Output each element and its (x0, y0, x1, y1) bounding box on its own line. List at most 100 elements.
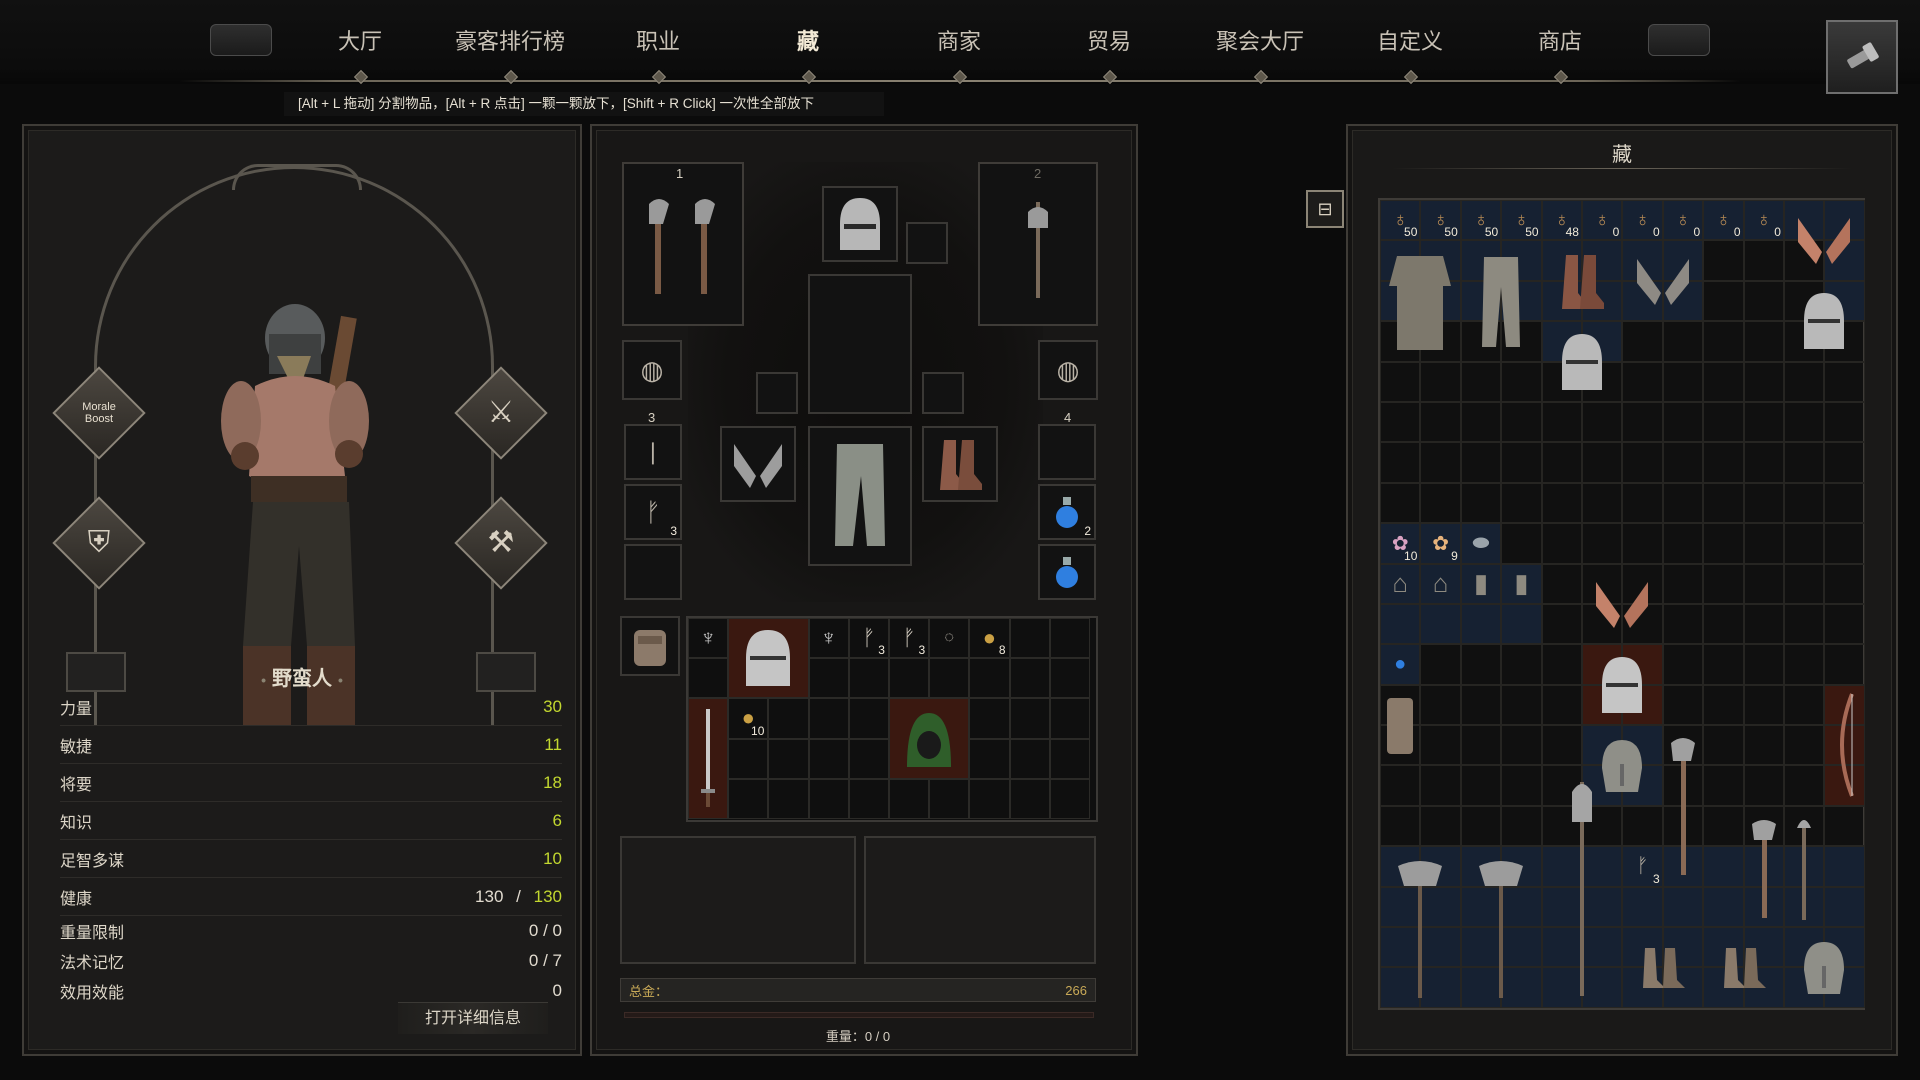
stash-cell[interactable]: ⌂ (1380, 563, 1421, 604)
stash-cell[interactable] (1662, 482, 1704, 524)
stash-cell[interactable] (1743, 523, 1784, 564)
armet-helmet-icon[interactable] (1582, 644, 1663, 725)
inventory-cell[interactable]: ● 8 (969, 618, 1010, 659)
stash-cell[interactable] (1824, 644, 1865, 685)
stash-cell[interactable] (1380, 482, 1421, 524)
inventory-cell[interactable] (969, 738, 1010, 779)
stash-cell[interactable] (1783, 684, 1825, 726)
stash-cell[interactable] (1380, 361, 1421, 402)
halberd-icon[interactable] (1542, 766, 1623, 1008)
gambeson-armor-icon[interactable] (1380, 240, 1461, 361)
inventory-cell[interactable] (969, 698, 1010, 739)
ring-slot-left[interactable] (756, 372, 798, 414)
stash-cell[interactable] (1380, 765, 1421, 806)
stash-cell[interactable] (1703, 321, 1744, 362)
stash-cell[interactable]: ♁ 0 (1581, 200, 1623, 241)
stash-cell[interactable] (1743, 321, 1784, 362)
stash-cell[interactable] (1743, 361, 1784, 402)
leather-gloves-icon[interactable] (1582, 564, 1663, 645)
stash-cell[interactable] (1783, 765, 1825, 806)
stash-cell[interactable] (1501, 805, 1542, 847)
tab-leaderboard[interactable]: 豪客排行榜 (440, 24, 580, 64)
stash-cell[interactable] (1541, 644, 1582, 685)
stash-cell[interactable]: ▮ (1460, 563, 1502, 604)
recurve-bow-icon[interactable] (1824, 685, 1864, 806)
utility-4-slot-c[interactable] (1038, 544, 1096, 600)
stash-cell[interactable] (1541, 563, 1582, 604)
stash-cell[interactable] (1380, 603, 1421, 645)
flashlight-icon[interactable] (1826, 20, 1898, 94)
stash-cell[interactable] (1420, 482, 1461, 524)
stash-cell[interactable] (1420, 442, 1461, 483)
weapon-slot-2[interactable] (978, 162, 1098, 326)
stash-cell[interactable] (1460, 442, 1502, 483)
stash-cell[interactable] (1622, 805, 1663, 847)
helmet-icon[interactable] (1784, 281, 1865, 362)
inventory-cell[interactable] (848, 698, 889, 739)
inventory-cell[interactable] (848, 738, 889, 779)
stash-cell[interactable] (1703, 401, 1744, 443)
stash-cell[interactable] (1703, 603, 1744, 645)
stash-cell[interactable] (1501, 603, 1542, 645)
stash-cell[interactable] (1420, 401, 1461, 443)
stash-cell[interactable] (1662, 401, 1704, 443)
stash-cell[interactable]: ♁ 50 (1460, 200, 1502, 241)
stash-cell[interactable] (1581, 401, 1623, 443)
stash-cell[interactable] (1824, 563, 1865, 604)
stash-cell[interactable] (1501, 644, 1542, 685)
stash-cell[interactable] (1703, 280, 1744, 322)
stash-cell[interactable] (1783, 644, 1825, 685)
stash-cell[interactable] (1743, 280, 1784, 322)
stash-cell[interactable] (1380, 805, 1421, 847)
inventory-cell[interactable] (728, 618, 809, 699)
stash-cell[interactable] (1662, 886, 1704, 928)
stash-cell[interactable] (1501, 361, 1542, 402)
inventory-cell[interactable] (728, 778, 769, 819)
stash-cell[interactable] (1783, 523, 1825, 564)
stash-cell[interactable] (1703, 240, 1744, 281)
stash-cell[interactable] (1824, 482, 1865, 524)
boots-icon[interactable] (1622, 927, 1703, 1008)
stash-cell[interactable] (1460, 401, 1502, 443)
stash-cell[interactable] (1703, 563, 1744, 604)
stash-cell[interactable]: ♁ 50 (1380, 200, 1421, 241)
utility-4-slot-b[interactable]: 2 (1038, 484, 1096, 540)
stash-cell[interactable] (1703, 805, 1744, 847)
stash-cell[interactable] (1622, 401, 1663, 443)
stash-cell[interactable] (1662, 644, 1704, 685)
inventory-cell[interactable] (888, 778, 930, 819)
inventory-cell[interactable] (808, 778, 849, 819)
stash-cell[interactable] (1743, 684, 1784, 726)
stash-cell[interactable] (1541, 684, 1582, 726)
stash-cell[interactable] (1501, 482, 1542, 524)
stash-cell[interactable] (1501, 401, 1542, 443)
inventory-cell[interactable] (888, 658, 930, 699)
stash-cell[interactable] (1703, 846, 1744, 887)
backpack-slot[interactable] (620, 616, 680, 676)
inventory-cell[interactable] (808, 738, 849, 779)
stash-cell[interactable]: ✿ 10 (1380, 523, 1421, 564)
inventory-cell[interactable] (768, 778, 809, 819)
stash-cell[interactable] (1824, 805, 1865, 847)
stash-cell[interactable] (1703, 523, 1744, 564)
inventory-cell[interactable] (1009, 738, 1050, 779)
stash-cell[interactable]: ✿ 9 (1420, 523, 1461, 564)
stash-cell[interactable] (1460, 644, 1502, 685)
stash-cell[interactable] (1501, 765, 1542, 806)
stash-cell[interactable] (1743, 725, 1784, 766)
stash-cell[interactable] (1380, 442, 1421, 483)
inventory-cell[interactable] (768, 698, 809, 739)
stash-cell[interactable] (1541, 482, 1582, 524)
inventory-cell[interactable] (688, 658, 729, 699)
battle-axe-icon[interactable] (1380, 846, 1461, 1008)
spear-icon[interactable] (1784, 806, 1824, 927)
stash-cell[interactable] (1824, 603, 1865, 645)
inventory-grid[interactable]: ♆ ♆ ᚠ3 ᚠ3 ◌ ● 8 ● 10 (686, 616, 1098, 822)
stash-cell[interactable]: ♁ 50 (1420, 200, 1461, 241)
tab-customize[interactable]: 自定义 (1360, 24, 1460, 64)
stash-cell[interactable] (1380, 401, 1421, 443)
ring-slot-right[interactable] (922, 372, 964, 414)
stash-cell[interactable] (1420, 361, 1461, 402)
tab-shop[interactable]: 商店 (1520, 24, 1600, 64)
stash-cell[interactable] (1501, 684, 1542, 726)
